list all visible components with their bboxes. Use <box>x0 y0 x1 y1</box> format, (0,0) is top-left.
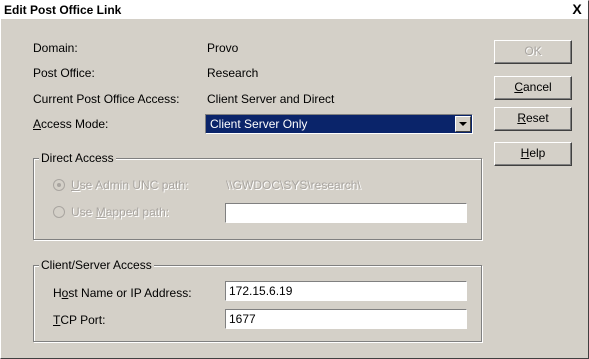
client-server-group <box>33 265 482 342</box>
tcp-port-label-text: CP Port: <box>60 313 106 327</box>
domain-label: Domain: <box>33 41 78 55</box>
chevron-down-icon[interactable] <box>455 116 471 132</box>
direct-access-group <box>33 158 482 240</box>
help-button[interactable]: Help <box>494 142 572 166</box>
edit-post-office-link-dialog: Edit Post Office Link X Domain: Provo Po… <box>0 0 589 359</box>
mapped-path-label-post: apped path: <box>105 205 170 219</box>
close-icon[interactable]: X <box>570 1 584 17</box>
access-mode-label: Access Mode: <box>33 117 108 131</box>
current-access-value: Client Server and Direct <box>207 92 335 106</box>
help-label: elp <box>529 146 546 160</box>
mapped-path-label-pre: Use <box>71 205 96 219</box>
domain-value: Provo <box>207 41 239 55</box>
dialog-title: Edit Post Office Link <box>4 3 122 17</box>
mapped-path-field[interactable] <box>225 203 467 223</box>
admin-unc-path-value: \\GWDOC\SYS\research\ <box>226 178 361 192</box>
admin-unc-label-text: se Admin UNC path: <box>79 178 189 192</box>
access-mode-select[interactable]: Client Server Only <box>205 114 473 134</box>
access-mode-label-text: ccess Mode: <box>41 117 109 131</box>
cancel-button[interactable]: Cancel <box>494 76 572 100</box>
mapped-path-mnemonic: M <box>95 205 106 219</box>
cancel-mnemonic: C <box>514 80 523 94</box>
reset-label: eset <box>525 111 549 125</box>
reset-mnemonic: R <box>517 111 526 125</box>
current-access-label: Current Post Office Access: <box>33 92 180 106</box>
host-label-pre: H <box>53 286 62 300</box>
admin-unc-label: Use Admin UNC path: <box>71 178 188 192</box>
host-input[interactable]: 172.15.6.19 <box>225 281 467 301</box>
direct-access-legend: Direct Access <box>39 151 116 165</box>
mapped-path-radio[interactable] <box>53 206 65 218</box>
tcp-port-input[interactable]: 1677 <box>225 309 467 329</box>
admin-unc-radio[interactable] <box>53 179 65 191</box>
client-server-legend: Client/Server Access <box>39 258 154 272</box>
admin-unc-mnemonic: U <box>71 178 80 192</box>
tcp-port-label: TCP Port: <box>53 313 105 327</box>
host-label-post: st Name or IP Address: <box>68 286 192 300</box>
host-label: Host Name or IP Address: <box>53 286 192 300</box>
mapped-path-label: Use Mapped path: <box>71 205 169 219</box>
reset-button[interactable]: Reset <box>494 107 572 131</box>
access-mode-value: Client Server Only <box>210 117 308 131</box>
ok-button[interactable]: OK <box>494 40 572 64</box>
post-office-label: Post Office: <box>33 66 95 80</box>
post-office-value: Research <box>207 66 259 80</box>
title-bar[interactable]: Edit Post Office Link X <box>1 1 588 19</box>
cancel-label: ancel <box>522 80 552 94</box>
access-mode-mnemonic: A <box>33 117 42 131</box>
